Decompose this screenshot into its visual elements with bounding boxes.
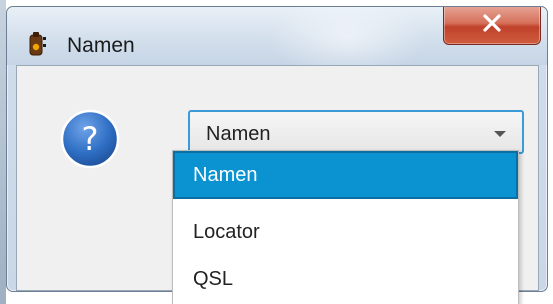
combo-selected-value: Namen (206, 123, 271, 145)
field-select-combo[interactable]: Namen (188, 110, 524, 154)
chevron-down-icon[interactable] (494, 131, 506, 137)
svg-text:?: ? (82, 120, 99, 158)
close-button[interactable] (443, 7, 541, 45)
close-icon (483, 14, 501, 32)
question-icon: ? (60, 109, 120, 169)
window-title: Namen (67, 34, 135, 57)
combo-dropdown-list: Namen Locator QSL (172, 150, 519, 304)
dropdown-option-qsl[interactable]: QSL (173, 255, 518, 303)
app-bottle-icon (29, 32, 47, 56)
dropdown-option-locator[interactable]: Locator (173, 208, 518, 256)
title-bar[interactable]: Namen (7, 7, 547, 65)
dropdown-option-namen[interactable]: Namen (173, 151, 518, 199)
